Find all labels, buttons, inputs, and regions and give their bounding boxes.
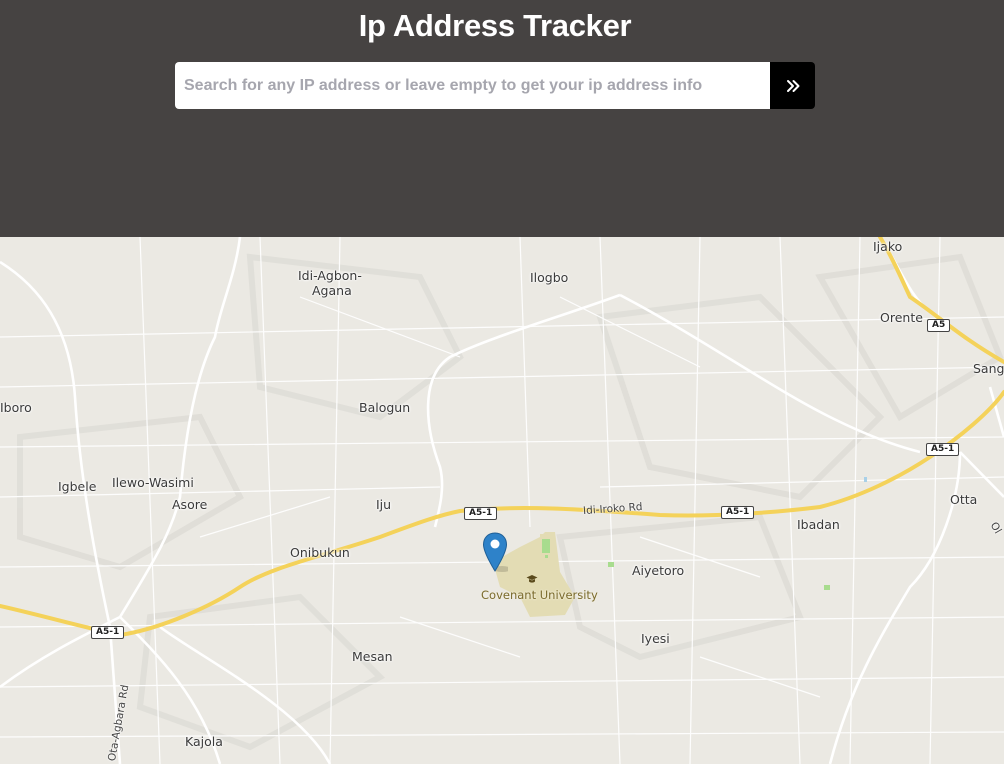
place-label-orente: Orente — [880, 310, 923, 325]
place-label-ijako: Ijako — [873, 239, 903, 254]
place-label-mesan: Mesan — [352, 649, 393, 664]
road-shield-a5: A5 — [927, 319, 951, 332]
place-label-aiyetoro: Aiyetoro — [632, 563, 685, 578]
place-label-ilogbo: Ilogbo — [530, 270, 569, 285]
road-shield-a5-1: A5-1 — [721, 506, 755, 519]
place-label-ibadan: Ibadan — [797, 517, 840, 532]
double-chevron-right-icon — [786, 79, 799, 92]
place-label-otta: Otta — [950, 492, 978, 507]
graduation-cap-icon — [526, 575, 538, 583]
place-label-balogun: Balogun — [359, 400, 411, 415]
place-label-sango: Sang — [973, 361, 1004, 376]
minor-roads — [0, 237, 1004, 764]
road-shield-a5-1: A5-1 — [91, 626, 125, 639]
water — [864, 477, 867, 482]
place-label-idi-agbon-agana-line2: Agana — [312, 283, 352, 298]
map-base-layer — [0, 237, 1004, 764]
road-shield-a5-1: A5-1 — [926, 443, 960, 456]
place-label-iju: Iju — [376, 497, 392, 512]
search-input[interactable] — [175, 62, 770, 109]
place-label-kajola: Kajola — [185, 734, 223, 749]
place-label-iboro: Iboro — [0, 400, 32, 415]
search-bar — [175, 62, 815, 109]
poi-label-covenant-university: Covenant University — [481, 588, 598, 602]
map[interactable]: Idi-Agbon- Agana Ilogbo Ijako Orente San… — [0, 237, 1004, 764]
header: Ip Address Tracker — [0, 0, 1004, 237]
place-label-iyesi: Iyesi — [641, 631, 670, 646]
map-pin-icon[interactable] — [482, 532, 508, 572]
search-submit-button[interactable] — [770, 62, 815, 109]
residential-areas — [17, 253, 1004, 751]
road-shield-a5-1: A5-1 — [464, 507, 498, 520]
place-label-asore: Asore — [172, 497, 208, 512]
place-label-ilewo-wasimi: Ilewo-Wasimi — [112, 475, 194, 490]
page-title: Ip Address Tracker — [358, 8, 632, 43]
place-label-igbele: Igbele — [58, 479, 97, 494]
place-label-onibukun: Onibukun — [290, 545, 350, 560]
place-label-idi-agbon-agana: Idi-Agbon- — [298, 268, 362, 283]
